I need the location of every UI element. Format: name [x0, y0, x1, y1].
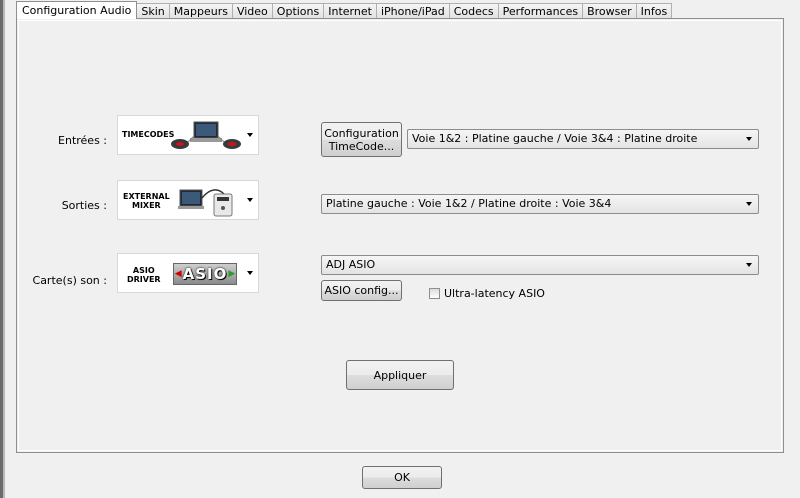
inputs-routing-select[interactable]: Voie 1&2 : Platine gauche / Voie 3&4 : P…: [407, 129, 759, 149]
asio-driver-line1: ASIO: [132, 266, 155, 275]
tab-iphone-ipad[interactable]: iPhone/iPad: [376, 3, 450, 19]
laptop-mixer-icon: [178, 189, 233, 217]
timecodes-image-text: TIMECODES: [122, 130, 175, 139]
tab-performances[interactable]: Performances: [498, 3, 584, 19]
outputs-label: Sorties :: [61, 199, 107, 212]
tab-bar: Configuration Audio Skin Mappeurs Video …: [16, 1, 673, 19]
ok-button[interactable]: OK: [362, 466, 442, 489]
tab-browser[interactable]: Browser: [583, 3, 637, 19]
ultra-latency-checkbox[interactable]: Ultra-latency ASIO: [429, 287, 545, 300]
chevron-down-icon: [746, 202, 752, 206]
soundcard-driver-select[interactable]: ASIO DRIVER ◀ ASIO ▶: [117, 253, 259, 293]
outputs-mode-select[interactable]: EXTERNAL MIXER: [117, 180, 259, 220]
asio-driver-line2: DRIVER: [127, 275, 161, 284]
tab-infos[interactable]: Infos: [636, 3, 673, 19]
timecode-config-line2: TimeCode...: [328, 139, 395, 153]
asio-driver-image-text: ASIO DRIVER: [127, 266, 161, 284]
apply-button[interactable]: Appliquer: [346, 360, 454, 390]
tab-codecs[interactable]: Codecs: [449, 3, 499, 19]
tab-options[interactable]: Options: [272, 3, 325, 19]
chevron-down-icon: [247, 271, 253, 275]
soundcard-label: Carte(s) son :: [32, 274, 107, 287]
chevron-down-icon: [247, 198, 253, 202]
outputs-routing-value: Platine gauche : Voie 1&2 / Platine droi…: [326, 197, 612, 210]
asio-logo-text: ASIO: [182, 265, 228, 283]
window-edge-inner: [3, 0, 5, 498]
outputs-routing-select[interactable]: Platine gauche : Voie 1&2 / Platine droi…: [321, 194, 759, 214]
asio-config-button[interactable]: ASIO config...: [321, 280, 402, 301]
external-mixer-line2: MIXER: [131, 201, 161, 210]
ultra-latency-checkbox-box[interactable]: [429, 288, 440, 299]
timecode-config-button[interactable]: Configuration TimeCode...: [321, 122, 402, 157]
chevron-down-icon: [746, 263, 752, 267]
chevron-down-icon: [247, 133, 253, 137]
inputs-mode-select[interactable]: TIMECODES: [117, 115, 259, 155]
inputs-routing-value: Voie 1&2 : Platine gauche / Voie 3&4 : P…: [412, 132, 698, 145]
tab-configuration-audio[interactable]: Configuration Audio: [16, 1, 138, 19]
external-mixer-image-text: EXTERNAL MIXER: [123, 192, 170, 210]
tab-video[interactable]: Video: [232, 3, 273, 19]
audio-config-panel: Entrées : TIMECODES Configuration TimeCo…: [16, 18, 784, 453]
soundcard-device-select[interactable]: ADJ ASIO: [321, 255, 759, 275]
inputs-label: Entrées :: [58, 134, 107, 147]
turntables-laptop-icon: [171, 121, 241, 149]
tab-internet[interactable]: Internet: [324, 3, 377, 19]
timecode-config-line1: Configuration: [324, 126, 399, 140]
tab-skin[interactable]: Skin: [137, 3, 170, 19]
soundcard-device-value: ADJ ASIO: [326, 258, 376, 271]
asio-logo: ◀ ASIO ▶: [173, 263, 237, 285]
external-mixer-line1: EXTERNAL: [123, 192, 170, 201]
tab-mappeurs[interactable]: Mappeurs: [169, 3, 233, 19]
ultra-latency-label: Ultra-latency ASIO: [444, 287, 545, 300]
chevron-down-icon: [746, 137, 752, 141]
